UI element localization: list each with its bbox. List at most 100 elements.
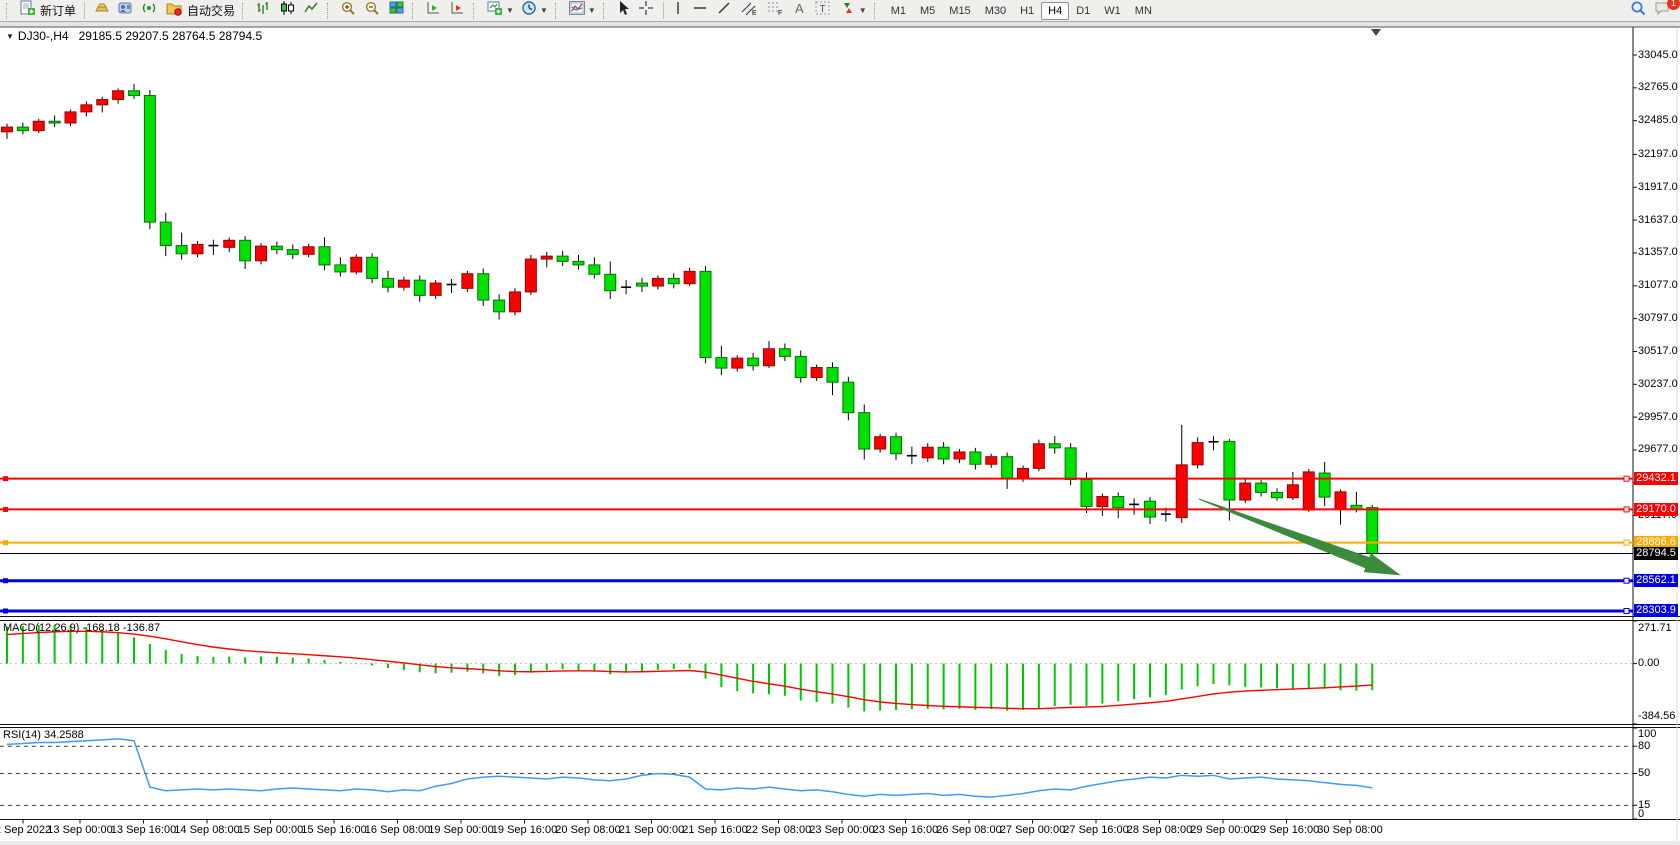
hline-handle[interactable] [3, 578, 8, 583]
price-tick: 31077.0 [1638, 279, 1680, 291]
candle [795, 356, 806, 377]
time-tick-label: 21 Sep 00:00 [619, 824, 684, 836]
candle [256, 246, 267, 261]
candle [1224, 441, 1235, 500]
rsi-scale-tick: 0 [1638, 808, 1680, 820]
candle [1113, 497, 1124, 508]
candle [1033, 444, 1044, 469]
rsi-line [7, 739, 1372, 797]
price-tick: 30237.0 [1638, 378, 1680, 390]
price-tick: 31917.0 [1638, 181, 1680, 193]
time-tick-label: 30 Sep 08:00 [1317, 824, 1382, 836]
candle [938, 447, 949, 459]
price-line-label: 29170.0 [1634, 503, 1678, 516]
candle [811, 368, 822, 378]
candle [129, 91, 140, 96]
hline-handle[interactable] [1624, 540, 1629, 545]
time-tick-label: 28 Sep 08:00 [1127, 824, 1192, 836]
rsi-scale-tick: 100 [1638, 728, 1680, 740]
price-tick: 33045.0 [1638, 49, 1680, 61]
candle [779, 349, 790, 357]
candle [2, 127, 13, 132]
candle [970, 452, 981, 464]
hline-handle[interactable] [3, 476, 8, 481]
hline-handle[interactable] [1624, 578, 1629, 583]
time-tick-label: 15 Sep 00:00 [238, 824, 303, 836]
candle [81, 105, 92, 112]
metatrader-window: 新订单 自动交易 ▼ ▼ ▼ E F A T [0, 0, 1680, 845]
candle [176, 246, 187, 254]
candle [351, 257, 362, 272]
candle [748, 358, 759, 366]
price-line-label: 28303.9 [1634, 604, 1678, 617]
candle [335, 265, 346, 272]
hline-handle[interactable] [1624, 507, 1629, 512]
candle [637, 283, 648, 286]
hline-handle[interactable] [3, 507, 8, 512]
candle [1018, 468, 1029, 478]
price-tick: 29957.0 [1638, 411, 1680, 423]
expand-triangle-icon: ▼ [6, 32, 14, 41]
candle [827, 368, 838, 383]
candle [1097, 497, 1108, 507]
candle [430, 283, 441, 295]
hline-handle[interactable] [1624, 608, 1629, 613]
time-tick-label: 21 Sep 16:00 [682, 824, 747, 836]
chart-canvas[interactable] [0, 0, 1680, 845]
candle [367, 257, 378, 278]
time-tick-label: 13 Sep 00:00 [47, 824, 112, 836]
candle [1002, 457, 1013, 479]
price-line-label: 28562.1 [1634, 574, 1678, 587]
time-tick-label: 29 Sep 00:00 [1190, 824, 1255, 836]
candle [525, 259, 536, 292]
price-line-label: 28794.5 [1634, 547, 1678, 560]
candle [1367, 508, 1378, 554]
chart-shift-marker[interactable] [1371, 29, 1381, 36]
time-tick-label: 20 Sep 08:00 [555, 824, 620, 836]
time-tick-label: 29 Sep 16:00 [1254, 824, 1319, 836]
time-tick-label: 13 Sep 16:00 [111, 824, 176, 836]
time-tick-label: 26 Sep 08:00 [936, 824, 1001, 836]
candle [303, 247, 314, 255]
candle [113, 91, 124, 100]
time-tick-label: 23 Sep 00:00 [809, 824, 874, 836]
hline-handle[interactable] [3, 608, 8, 613]
price-tick: 29677.0 [1638, 443, 1680, 455]
chart-header: ▼DJ30-,H429185.5 29207.5 28764.5 28794.5 [6, 29, 262, 43]
candle [700, 271, 711, 357]
candle [1240, 483, 1251, 500]
candle [875, 437, 886, 449]
price-tick: 31637.0 [1638, 214, 1680, 226]
hline-handle[interactable] [3, 540, 8, 545]
macd-scale-tick: -384.56 [1638, 710, 1680, 722]
ohlc-values: 29185.5 29207.5 28764.5 28794.5 [79, 29, 263, 43]
candle [668, 278, 679, 283]
candle [494, 300, 505, 312]
price-tick: 32765.0 [1638, 81, 1680, 93]
candle [97, 100, 108, 105]
candle [986, 457, 997, 465]
time-tick-label: 16 Sep 08:00 [365, 824, 430, 836]
candle [891, 437, 902, 454]
time-tick-label: 15 Sep 16:00 [301, 824, 366, 836]
candle [1049, 444, 1060, 448]
time-tick-label: 23 Sep 16:00 [873, 824, 938, 836]
candle [652, 278, 663, 286]
candle [478, 274, 489, 300]
candle [49, 121, 60, 123]
candle [65, 112, 76, 123]
candle [557, 256, 568, 261]
time-tick-label: 22 Sep 08:00 [746, 824, 811, 836]
candle [732, 358, 743, 368]
candle [398, 280, 409, 287]
candle [1256, 483, 1267, 492]
candle [1272, 492, 1283, 497]
candle [192, 244, 203, 253]
rsi-scale-tick: 50 [1638, 767, 1680, 779]
price-line-label: 29432.1 [1634, 472, 1678, 485]
macd-label: MACD(12,26,9) -168.18 -136.87 [3, 622, 160, 634]
candle [160, 222, 171, 245]
time-tick-label: 19 Sep 16:00 [492, 824, 557, 836]
hline-handle[interactable] [1624, 476, 1629, 481]
candle [843, 382, 854, 412]
